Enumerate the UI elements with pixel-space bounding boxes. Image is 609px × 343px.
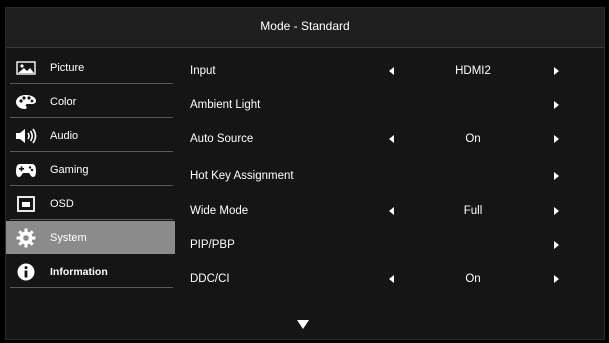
arrow-right-icon[interactable] bbox=[554, 275, 559, 283]
arrow-right-icon[interactable] bbox=[554, 241, 559, 249]
sidebar-item-label: Gaming bbox=[50, 163, 89, 176]
sidebar-item-audio[interactable]: Audio bbox=[6, 119, 175, 152]
sidebar-item-information[interactable]: Information bbox=[6, 255, 175, 288]
setting-value: On bbox=[465, 133, 481, 145]
gear-icon bbox=[13, 228, 39, 248]
setting-row-ddc-ci[interactable]: DDC/CI On bbox=[188, 262, 588, 296]
setting-row-pip-pbp[interactable]: PIP/PBP bbox=[188, 228, 588, 262]
setting-value: Full bbox=[463, 205, 483, 217]
arrow-right-icon[interactable] bbox=[554, 172, 559, 180]
arrow-left-icon[interactable] bbox=[389, 135, 394, 143]
setting-label: DDC/CI bbox=[190, 273, 230, 285]
sidebar: Picture Color Audio Gaming OSD System In… bbox=[6, 49, 175, 288]
setting-label: Input bbox=[190, 65, 216, 77]
sidebar-item-osd[interactable]: OSD bbox=[6, 187, 175, 220]
info-icon bbox=[13, 262, 39, 282]
sidebar-item-gaming[interactable]: Gaming bbox=[6, 153, 175, 186]
arrow-left-icon[interactable] bbox=[389, 275, 394, 283]
setting-label: Hot Key Assignment bbox=[190, 170, 294, 182]
setting-label: Ambient Light bbox=[190, 99, 261, 111]
sidebar-item-label: Information bbox=[50, 265, 108, 278]
arrow-left-icon[interactable] bbox=[389, 207, 394, 215]
setting-value: HDMI2 bbox=[455, 65, 491, 77]
setting-label: PIP/PBP bbox=[190, 239, 235, 251]
picture-icon bbox=[13, 58, 39, 78]
arrow-left-icon[interactable] bbox=[389, 67, 394, 75]
gamepad-icon bbox=[13, 160, 39, 180]
setting-value: On bbox=[465, 273, 481, 285]
arrow-right-icon[interactable] bbox=[554, 67, 559, 75]
setting-label: Auto Source bbox=[190, 133, 254, 145]
arrow-right-icon[interactable] bbox=[554, 207, 559, 215]
sidebar-item-picture[interactable]: Picture bbox=[6, 51, 175, 84]
palette-icon bbox=[13, 92, 39, 112]
setting-row-auto-source[interactable]: Auto Source On bbox=[188, 122, 588, 156]
sidebar-item-label: OSD bbox=[50, 197, 74, 210]
sidebar-item-label: Color bbox=[50, 95, 77, 108]
setting-row-input[interactable]: Input HDMI2 bbox=[188, 54, 588, 88]
sidebar-item-system[interactable]: System bbox=[6, 221, 175, 254]
sidebar-item-label: System bbox=[50, 231, 87, 244]
arrow-right-icon[interactable] bbox=[554, 101, 559, 109]
setting-row-ambient-light[interactable]: Ambient Light bbox=[188, 88, 588, 122]
sidebar-item-color[interactable]: Color bbox=[6, 85, 175, 118]
setting-label: Wide Mode bbox=[190, 205, 249, 217]
sidebar-item-label: Audio bbox=[50, 129, 79, 142]
osd-icon bbox=[13, 194, 39, 214]
setting-row-hot-key-assignment[interactable]: Hot Key Assignment bbox=[188, 159, 588, 193]
menu-title: Mode - Standard bbox=[6, 8, 604, 48]
setting-row-wide-mode[interactable]: Wide Mode Full bbox=[188, 194, 588, 228]
scroll-down-icon[interactable] bbox=[297, 320, 309, 329]
arrow-right-icon[interactable] bbox=[554, 135, 559, 143]
speaker-icon bbox=[13, 126, 39, 146]
sidebar-item-label: Picture bbox=[50, 61, 85, 74]
